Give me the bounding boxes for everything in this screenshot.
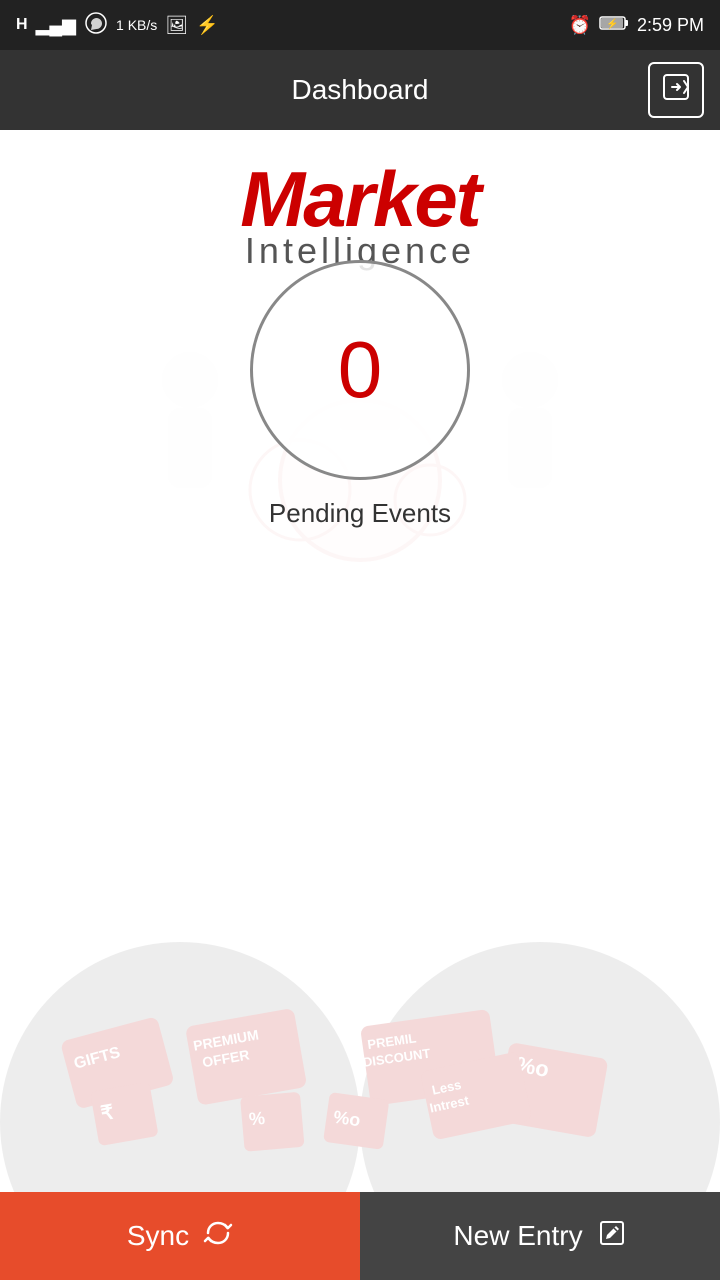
main-content: Market Intelligence 0: [0, 130, 720, 1192]
alarm-icon: ⏰: [569, 15, 591, 36]
bottom-bar: Sync New Entry: [0, 1192, 720, 1280]
time: 2:59 PM: [637, 15, 704, 36]
pending-count: 0: [338, 330, 383, 410]
status-bar-right: ⏰ ⚡ 2:59 PM: [569, 14, 704, 37]
signal-bars: ▂▄▆: [36, 15, 76, 36]
sync-icon: [203, 1218, 233, 1255]
signal-icon: H: [16, 16, 28, 34]
svg-text:PREMIL: PREMIL: [366, 1030, 417, 1052]
data-speed: 1 KB/s: [116, 17, 157, 33]
new-entry-button[interactable]: New Entry: [360, 1192, 720, 1280]
svg-text:PREMIUM: PREMIUM: [192, 1026, 260, 1053]
svg-text:%: %: [248, 1108, 266, 1129]
status-bar-left: H ▂▄▆ 1 KB/s 🖼 ⚡: [16, 11, 219, 40]
gallery-icon: 🖼: [165, 15, 188, 36]
status-bar: H ▂▄▆ 1 KB/s 🖼 ⚡ ⏰ ⚡ 2:59 PM: [0, 0, 720, 50]
edit-icon: [597, 1218, 627, 1255]
page-title: Dashboard: [72, 74, 648, 106]
whatsapp-icon: [84, 11, 108, 40]
svg-text:OFFER: OFFER: [201, 1046, 251, 1070]
svg-text:%o: %o: [514, 1052, 551, 1082]
sync-label: Sync: [127, 1220, 189, 1252]
pending-events-container: 0 Pending Events: [250, 260, 470, 529]
battery-icon: ⚡: [599, 14, 629, 37]
svg-text:%o: %o: [332, 1107, 362, 1131]
promo-area: GIFTS PREMIUM OFFER PREMIL DISCOUNT %o L…: [0, 842, 720, 1192]
exit-icon: [660, 71, 692, 110]
svg-text:⚡: ⚡: [606, 17, 618, 30]
pending-label: Pending Events: [269, 498, 451, 529]
logout-button[interactable]: [648, 62, 704, 118]
svg-text:GIFTS: GIFTS: [72, 1044, 122, 1073]
svg-text:Less: Less: [431, 1077, 463, 1098]
svg-text:Intrest: Intrest: [428, 1093, 471, 1116]
new-entry-label: New Entry: [453, 1220, 582, 1252]
usb-icon: ⚡: [196, 15, 218, 36]
dashboard-body: Market Intelligence 0: [0, 130, 720, 1192]
svg-text:DISCOUNT: DISCOUNT: [362, 1046, 431, 1070]
pending-circle: 0: [250, 260, 470, 480]
sync-button[interactable]: Sync: [0, 1192, 360, 1280]
svg-text:₹: ₹: [99, 1101, 116, 1125]
toolbar: Dashboard: [0, 50, 720, 130]
